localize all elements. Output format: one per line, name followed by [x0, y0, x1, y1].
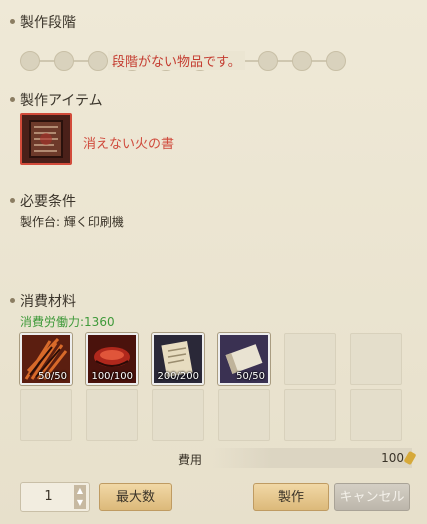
fire-book-icon[interactable] — [20, 113, 72, 165]
bullet-icon — [10, 297, 15, 303]
crafting-window: 製作段階 段階がない物品です。 製作アイテム 消えない火の書 必要条件 製作台:… — [0, 0, 427, 524]
stage-dot — [88, 51, 108, 71]
quantity-input[interactable]: 1 — [21, 489, 76, 504]
craft-button[interactable]: 製作 — [253, 483, 329, 511]
decrement-icon[interactable]: ▼ — [74, 497, 86, 509]
empty-material-slot — [284, 389, 336, 441]
stage-dot — [326, 51, 346, 71]
bullet-icon — [10, 18, 15, 24]
material-slot[interactable]: 100/100 — [86, 333, 138, 385]
cost-value: 100 — [381, 451, 404, 465]
bullet-icon — [10, 96, 15, 102]
stage-dot — [54, 51, 74, 71]
requirement-text: 製作台: 輝く印刷機 — [20, 215, 124, 229]
item-name: 消えない火の書 — [83, 137, 175, 152]
material-slot[interactable]: 50/50 — [218, 333, 270, 385]
cancel-button[interactable]: キャンセル — [334, 483, 410, 511]
labor-cost: 消費労働力:1360 — [20, 315, 115, 329]
stage-dot — [292, 51, 312, 71]
empty-material-slot — [152, 389, 204, 441]
empty-material-slot — [86, 389, 138, 441]
empty-material-slot — [284, 333, 336, 385]
stage-dot — [258, 51, 278, 71]
material-slot[interactable]: 200/200 — [152, 333, 204, 385]
bullet-icon — [10, 197, 15, 203]
increment-icon[interactable]: ▲ — [74, 485, 86, 497]
empty-material-slot — [350, 389, 402, 441]
stage-section-title: 製作段階 — [10, 12, 76, 32]
stage-dot — [20, 51, 40, 71]
empty-material-slot — [20, 389, 72, 441]
materials-section-title: 消費材料 — [10, 291, 76, 311]
stage-message: 段階がない物品です。 — [108, 51, 245, 70]
quantity-stepper[interactable]: 1 ▲ ▼ — [20, 482, 90, 512]
item-section-title: 製作アイテム — [10, 90, 103, 110]
empty-material-slot — [218, 389, 270, 441]
max-quantity-button[interactable]: 最大数 — [99, 483, 172, 511]
material-slot[interactable]: 50/50 — [20, 333, 72, 385]
cost-label: 費用 — [178, 453, 203, 467]
requirements-section-title: 必要条件 — [10, 191, 76, 211]
empty-material-slot — [350, 333, 402, 385]
